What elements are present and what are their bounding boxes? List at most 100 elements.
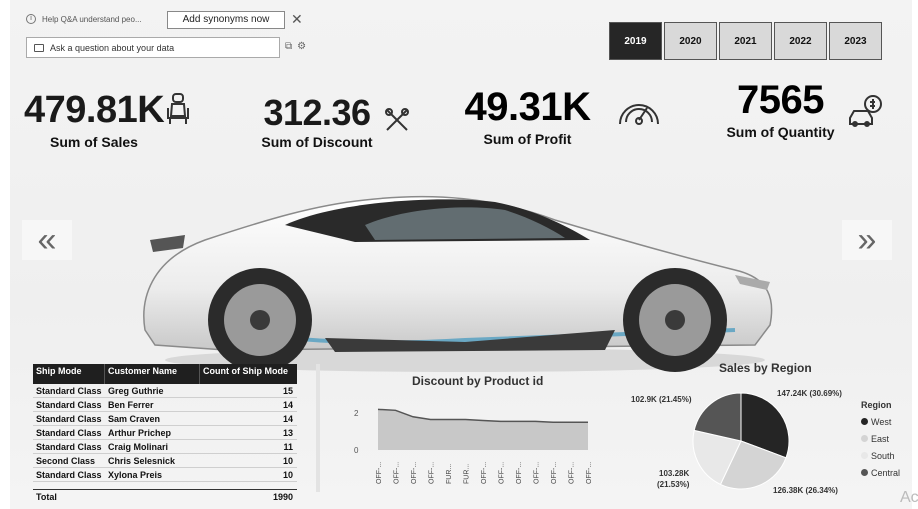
table-row[interactable]: Standard Class Ben Ferrer 14 xyxy=(33,398,297,412)
legend-item-east[interactable]: East xyxy=(861,430,900,447)
x-tick-label: OFF-... xyxy=(394,462,401,484)
table-cell: 10 xyxy=(282,455,293,466)
table-cell: Standard Class xyxy=(36,385,102,396)
table-cell: Sam Craven xyxy=(108,413,161,424)
car-image xyxy=(143,195,773,372)
copy-icon[interactable]: ⧉ xyxy=(285,41,292,52)
header-ship-mode[interactable]: Ship Mode xyxy=(33,364,105,384)
year-button-2019[interactable]: 2019 xyxy=(609,22,662,60)
x-tick-label: OFF-... xyxy=(481,462,488,484)
y-tick-label: 0 xyxy=(354,446,359,455)
table-cell: 13 xyxy=(282,427,293,438)
table-cell: Ben Ferrer xyxy=(108,399,154,410)
table-row[interactable]: Second Class Chris Selesnick 10 xyxy=(33,454,297,468)
pie-label-central: 102.9K (21.45%) xyxy=(631,395,692,404)
header-customer-name[interactable]: Customer Name xyxy=(105,364,200,384)
legend-label: Central xyxy=(871,467,901,478)
legend-dot xyxy=(861,435,868,442)
kpi-discount: 312.36 Sum of Discount xyxy=(252,92,382,150)
kpi-profit-label: Sum of Profit xyxy=(483,131,572,147)
region-legend: Region West East South Central xyxy=(861,400,900,481)
total-label: Total xyxy=(36,491,57,502)
table-row[interactable]: Standard Class Xylona Preis 10 xyxy=(33,468,297,482)
x-tick-label: FUR... xyxy=(464,464,471,484)
region-chart-title: Sales by Region xyxy=(719,361,812,375)
legend-dot xyxy=(861,469,868,476)
x-tick-label: OFF-... xyxy=(429,462,436,484)
qa-hint-text: Help Q&A understand peo... xyxy=(42,14,142,24)
kpi-sales-label: Sum of Sales xyxy=(50,134,138,150)
table-cell: 11 xyxy=(283,441,293,452)
kpi-discount-label: Sum of Discount xyxy=(261,134,373,150)
discount-area-chart: 2 0 OFF-... OFF-... OFF-... OFF-... FUR... FUR.… xyxy=(354,408,593,484)
table-cell: Arthur Prichep xyxy=(108,427,172,438)
x-tick-label: OFF-... xyxy=(499,462,506,484)
kpi-quantity-value: 7565 xyxy=(737,78,824,122)
pie-label-south-1: 103.28K xyxy=(659,469,690,478)
qa-ask-input[interactable]: Ask a question about your data xyxy=(26,37,280,58)
table-cell: 10 xyxy=(282,469,293,480)
x-tick-label: OFF-... xyxy=(569,462,576,484)
qa-ask-placeholder: Ask a question about your data xyxy=(50,42,175,53)
table-cell: Greg Guthrie xyxy=(108,385,164,396)
year-button-2023[interactable]: 2023 xyxy=(829,22,882,60)
legend-label: South xyxy=(871,450,895,461)
legend-item-south[interactable]: South xyxy=(861,447,900,464)
table-cell: Standard Class xyxy=(36,427,102,438)
table-cell: 14 xyxy=(282,413,293,424)
table-scrollbar[interactable] xyxy=(316,364,320,492)
speedometer-icon xyxy=(619,104,659,125)
x-tick-label: OFF-... xyxy=(586,462,593,484)
year-button-2021[interactable]: 2021 xyxy=(719,22,772,60)
legend-dot xyxy=(861,418,868,425)
table-cell: Standard Class xyxy=(36,399,102,410)
x-tick-label: OFF-... xyxy=(551,462,558,484)
year-slicer: 2019 2020 2021 2022 2023 xyxy=(609,22,882,60)
x-tick-label: OFF-... xyxy=(534,462,541,484)
next-page-button[interactable]: » xyxy=(842,220,892,260)
kpi-quantity: 7565 Sum of Quantity xyxy=(718,78,843,140)
kpi-profit: 49.31K Sum of Profit xyxy=(455,84,600,147)
x-tick-label: OFF-... xyxy=(376,462,383,484)
table-cell: Xylona Preis xyxy=(108,469,163,480)
legend-title: Region xyxy=(861,400,892,410)
add-synonyms-button[interactable]: Add synonyms now xyxy=(167,11,285,29)
close-icon[interactable]: ✕ xyxy=(291,10,303,28)
pie-label-east: 126.38K (26.34%) xyxy=(773,486,838,495)
kpi-quantity-label: Sum of Quantity xyxy=(726,124,835,140)
table-total-row: Total 1990 xyxy=(33,489,297,503)
pie-label-south-2: (21.53%) xyxy=(657,480,690,489)
car-money-icon xyxy=(849,95,882,127)
region-pie-chart xyxy=(692,392,790,490)
kpi-profit-value: 49.31K xyxy=(464,85,591,129)
activate-watermark: Ac xyxy=(900,489,918,506)
kpi-sales-value: 479.81K xyxy=(24,89,165,131)
tools-icon xyxy=(385,108,409,131)
legend-label: East xyxy=(871,433,890,444)
table-cell: Standard Class xyxy=(36,469,102,480)
year-button-2022[interactable]: 2022 xyxy=(774,22,827,60)
table-row[interactable]: Standard Class Arthur Prichep 13 xyxy=(33,426,297,440)
table-row[interactable]: Standard Class Greg Guthrie 15 xyxy=(33,384,297,398)
table-cell: Craig Molinari xyxy=(108,441,169,452)
table-row[interactable]: Standard Class Craig Molinari 11 xyxy=(33,440,297,454)
legend-dot xyxy=(861,452,868,459)
previous-page-button[interactable]: « xyxy=(22,220,72,260)
qa-tools: ⧉ ⚙ xyxy=(285,41,306,52)
kpi-sales: 479.81K Sum of Sales xyxy=(24,88,165,150)
total-value: 1990 xyxy=(272,491,293,502)
table-header: Ship Mode Customer Name Count of Ship Mo… xyxy=(33,364,297,384)
chat-icon xyxy=(34,43,44,52)
table-body: Standard Class Greg Guthrie 15 Standard Cla… xyxy=(33,384,297,482)
year-button-2020[interactable]: 2020 xyxy=(664,22,717,60)
legend-item-west[interactable]: West xyxy=(861,413,900,430)
y-tick-label: 2 xyxy=(354,409,359,418)
legend-item-central[interactable]: Central xyxy=(861,464,900,481)
table-row[interactable]: Standard Class Sam Craven 14 xyxy=(33,412,297,426)
header-count-ship-mode[interactable]: Count of Ship Mode xyxy=(200,364,297,384)
table-cell: Chris Selesnick xyxy=(108,455,176,466)
table-cell: Standard Class xyxy=(36,441,102,452)
kpi-discount-value: 312.36 xyxy=(263,92,371,133)
gear-icon[interactable]: ⚙ xyxy=(297,41,306,52)
table-cell: 14 xyxy=(282,399,293,410)
